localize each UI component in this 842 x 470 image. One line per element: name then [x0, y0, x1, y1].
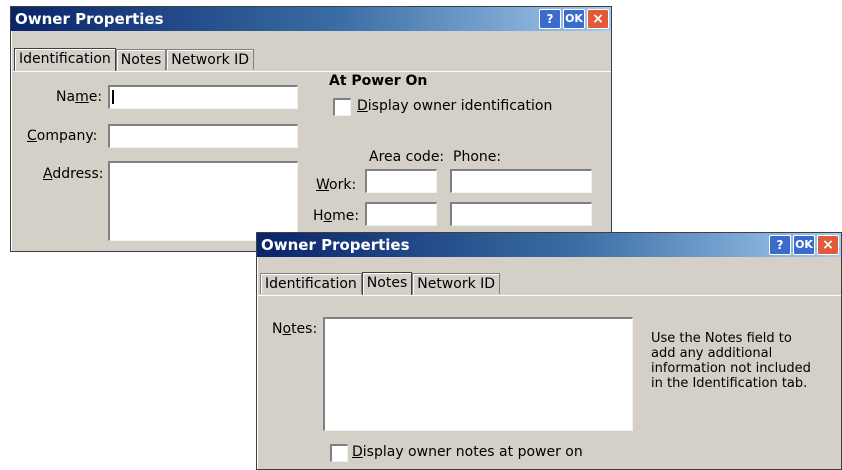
tab-panel-border	[11, 71, 611, 72]
address-input[interactable]	[108, 161, 298, 241]
home-area-code-input[interactable]	[365, 202, 437, 226]
display-owner-id-checkbox[interactable]	[333, 98, 351, 116]
tab-network-id[interactable]: Network ID	[412, 273, 501, 294]
tab-network-id[interactable]: Network ID	[166, 49, 255, 70]
owner-properties-window-notes: Owner Properties ? OK × Identification N…	[256, 232, 842, 470]
title-bar[interactable]: Owner Properties ? OK ×	[11, 7, 611, 31]
owner-properties-window-identification: Owner Properties ? OK × Identification N…	[10, 6, 612, 252]
name-input[interactable]	[108, 85, 298, 109]
work-phone-input[interactable]	[450, 169, 592, 193]
at-power-on-heading: At Power On	[329, 73, 428, 89]
phone-label: Phone:	[453, 149, 502, 165]
notes-textarea[interactable]	[323, 317, 633, 431]
name-label: Name:	[56, 89, 103, 105]
address-label: Address:	[43, 166, 104, 182]
tab-identification[interactable]: Identification	[260, 273, 362, 294]
title-bar[interactable]: Owner Properties ? OK ×	[257, 233, 841, 257]
display-owner-id-label[interactable]: Display owner identification	[357, 98, 552, 114]
text-caret	[112, 90, 114, 104]
window-title: Owner Properties	[15, 10, 164, 28]
area-code-label: Area code:	[369, 149, 445, 165]
work-area-code-input[interactable]	[365, 169, 437, 193]
work-label: Work:	[316, 177, 357, 193]
ok-button[interactable]: OK	[563, 9, 585, 29]
tab-strip: Identification Notes Network ID	[260, 271, 501, 295]
notes-label: Notes:	[272, 321, 318, 337]
company-input[interactable]	[108, 124, 298, 148]
tab-identification[interactable]: Identification	[14, 48, 116, 71]
tab-strip: Identification Notes Network ID	[14, 47, 255, 71]
help-button[interactable]: ?	[769, 235, 791, 255]
notes-help-text: Use the Notes field to add any additiona…	[651, 331, 811, 391]
tab-notes[interactable]: Notes	[115, 49, 167, 70]
close-button[interactable]: ×	[817, 235, 839, 255]
display-notes-label[interactable]: Display owner notes at power on	[352, 444, 583, 460]
home-label: Home:	[313, 208, 360, 224]
close-button[interactable]: ×	[587, 9, 609, 29]
company-label: Company:	[27, 128, 98, 144]
help-button[interactable]: ?	[539, 9, 561, 29]
tab-notes[interactable]: Notes	[361, 272, 413, 295]
display-notes-checkbox[interactable]	[330, 444, 348, 462]
ok-button[interactable]: OK	[793, 235, 815, 255]
window-title: Owner Properties	[261, 236, 410, 254]
home-phone-input[interactable]	[450, 202, 592, 226]
tab-panel-border	[257, 295, 841, 296]
